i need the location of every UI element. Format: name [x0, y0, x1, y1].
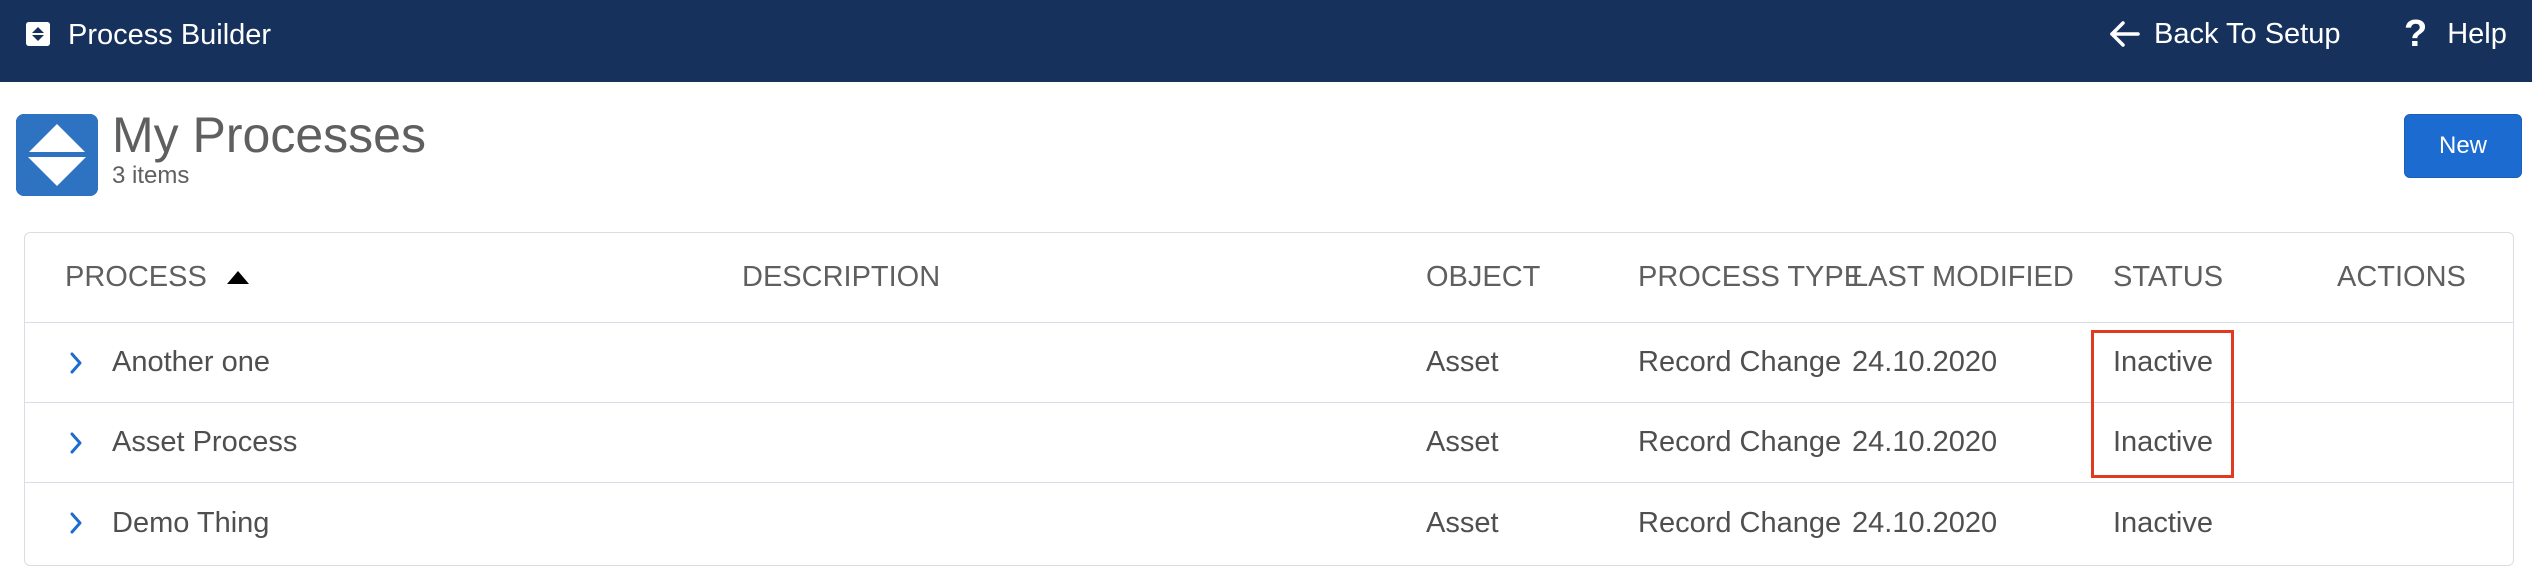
new-button[interactable]: New [2404, 114, 2522, 178]
process-last-modified: 24.10.2020 [1852, 426, 1998, 458]
help-label: Help [2447, 17, 2507, 50]
chevron-right-icon[interactable] [69, 403, 83, 482]
help-link[interactable]: ? Help [2404, 14, 2507, 54]
process-name[interactable]: Another one [112, 323, 270, 402]
process-name[interactable]: Asset Process [112, 403, 297, 482]
item-count: 3 items [112, 162, 190, 189]
process-object: Asset [1426, 506, 1499, 539]
column-header-process-label: PROCESS [65, 261, 207, 293]
processes-table: PROCESS DESCRIPTION OBJECT PROCESS TYPE … [24, 232, 2514, 566]
column-header-last-modified: LAST MODIFIED [1852, 261, 2074, 293]
column-header-description: DESCRIPTION [742, 261, 941, 293]
process-last-modified: 24.10.2020 [1852, 346, 1998, 378]
chevron-right-icon[interactable] [69, 323, 83, 402]
column-header-status: STATUS [2113, 261, 2224, 293]
process-object: Asset [1426, 426, 1499, 458]
column-header-process[interactable]: PROCESS [65, 233, 249, 322]
column-header-process-type: PROCESS TYPE [1638, 261, 1864, 293]
process-diamond-icon [16, 114, 98, 196]
back-to-setup-link[interactable]: Back To Setup [2108, 14, 2340, 54]
top-bar: Process Builder Back To Setup ? Help [0, 0, 2532, 82]
table-row: Another one Asset Record Change 24.10.20… [25, 323, 2513, 403]
column-header-object: OBJECT [1426, 261, 1541, 293]
process-name[interactable]: Demo Thing [112, 483, 269, 563]
arrow-left-icon [2108, 18, 2142, 50]
column-header-actions: ACTIONS [2337, 261, 2466, 293]
chevron-right-icon[interactable] [69, 483, 83, 563]
process-status: Inactive [2113, 506, 2213, 539]
process-builder-icon [26, 22, 50, 46]
process-object: Asset [1426, 346, 1499, 378]
process-last-modified: 24.10.2020 [1852, 506, 1998, 539]
question-mark-icon: ? [2404, 13, 2428, 55]
table-row: Asset Process Asset Record Change 24.10.… [25, 403, 2513, 483]
table-header-row: PROCESS DESCRIPTION OBJECT PROCESS TYPE … [25, 233, 2513, 323]
sort-up-triangle-icon[interactable] [226, 271, 249, 284]
process-type: Record Change [1638, 426, 1842, 458]
table-row: Demo Thing Asset Record Change 24.10.202… [25, 483, 2513, 563]
process-status: Inactive [2113, 426, 2213, 458]
page-title: My Processes [112, 107, 426, 163]
back-to-setup-label: Back To Setup [2154, 17, 2341, 50]
process-type: Record Change [1638, 506, 1842, 539]
process-type: Record Change [1638, 346, 1842, 378]
app-title: Process Builder [68, 19, 272, 51]
process-status: Inactive [2113, 346, 2213, 378]
